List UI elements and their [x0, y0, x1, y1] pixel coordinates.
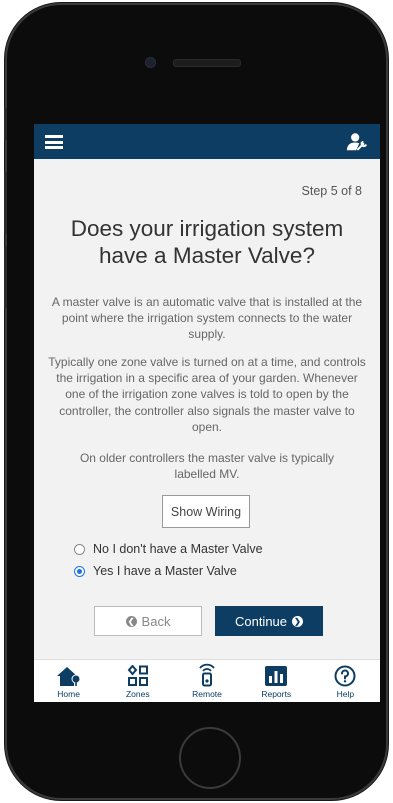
- tab-help[interactable]: Help: [311, 660, 380, 702]
- top-bar: [34, 124, 380, 159]
- description-paragraph-1: A master valve is an automatic valve tha…: [51, 295, 363, 342]
- option-label: Yes I have a Master Valve: [93, 564, 237, 578]
- tab-home[interactable]: Home: [34, 660, 103, 702]
- tab-label: Remote: [192, 689, 222, 699]
- home-icon: [56, 667, 81, 686]
- step-indicator: Step 5 of 8: [301, 184, 362, 198]
- radio-no[interactable]: [74, 543, 85, 555]
- volume-down-button: [4, 246, 7, 308]
- zones-icon: [127, 665, 148, 686]
- help-icon: [334, 665, 356, 687]
- wizard-content: Step 5 of 8 Does your irrigation system …: [34, 159, 380, 660]
- chevron-right-icon: ❯: [292, 615, 304, 627]
- back-button[interactable]: ❮ Back: [94, 606, 202, 636]
- app-screen: Step 5 of 8 Does your irrigation system …: [34, 124, 380, 702]
- camera-icon: [145, 57, 156, 68]
- speaker-grille: [173, 59, 241, 67]
- reports-icon: [265, 666, 288, 686]
- user-settings-icon[interactable]: [346, 131, 368, 153]
- tab-label: Home: [57, 689, 80, 699]
- continue-label: Continue: [234, 613, 288, 629]
- show-wiring-button[interactable]: Show Wiring: [162, 495, 250, 528]
- back-label: Back: [141, 613, 171, 629]
- tab-label: Zones: [125, 689, 150, 699]
- phone-home-button[interactable]: [179, 727, 241, 789]
- tab-label: Help: [336, 689, 355, 699]
- bottom-tab-bar: Home Zones Remote Reports Help: [34, 659, 380, 702]
- description-paragraph-3: On older controllers the master valve is…: [79, 451, 335, 482]
- page-title: Does your irrigation system have a Maste…: [70, 216, 344, 268]
- tab-label: Reports: [261, 689, 292, 699]
- tab-remote[interactable]: Remote: [172, 660, 241, 702]
- description-paragraph-2: Typically one zone valve is turned on at…: [48, 355, 366, 434]
- option-no-master-valve[interactable]: No I don't have a Master Valve: [74, 542, 263, 556]
- radio-yes[interactable]: [74, 565, 85, 577]
- hamburger-menu-icon[interactable]: [45, 135, 63, 149]
- tab-zones[interactable]: Zones: [103, 660, 172, 702]
- mute-switch: [4, 108, 7, 140]
- remote-icon: [199, 663, 215, 687]
- option-label: No I don't have a Master Valve: [93, 542, 263, 556]
- option-yes-master-valve[interactable]: Yes I have a Master Valve: [74, 564, 237, 578]
- continue-button[interactable]: Continue ❯: [215, 606, 323, 636]
- phone-frame: Step 5 of 8 Does your irrigation system …: [7, 5, 386, 798]
- tab-reports[interactable]: Reports: [242, 660, 311, 702]
- chevron-left-icon: ❮: [125, 615, 137, 627]
- volume-up-button: [4, 172, 7, 234]
